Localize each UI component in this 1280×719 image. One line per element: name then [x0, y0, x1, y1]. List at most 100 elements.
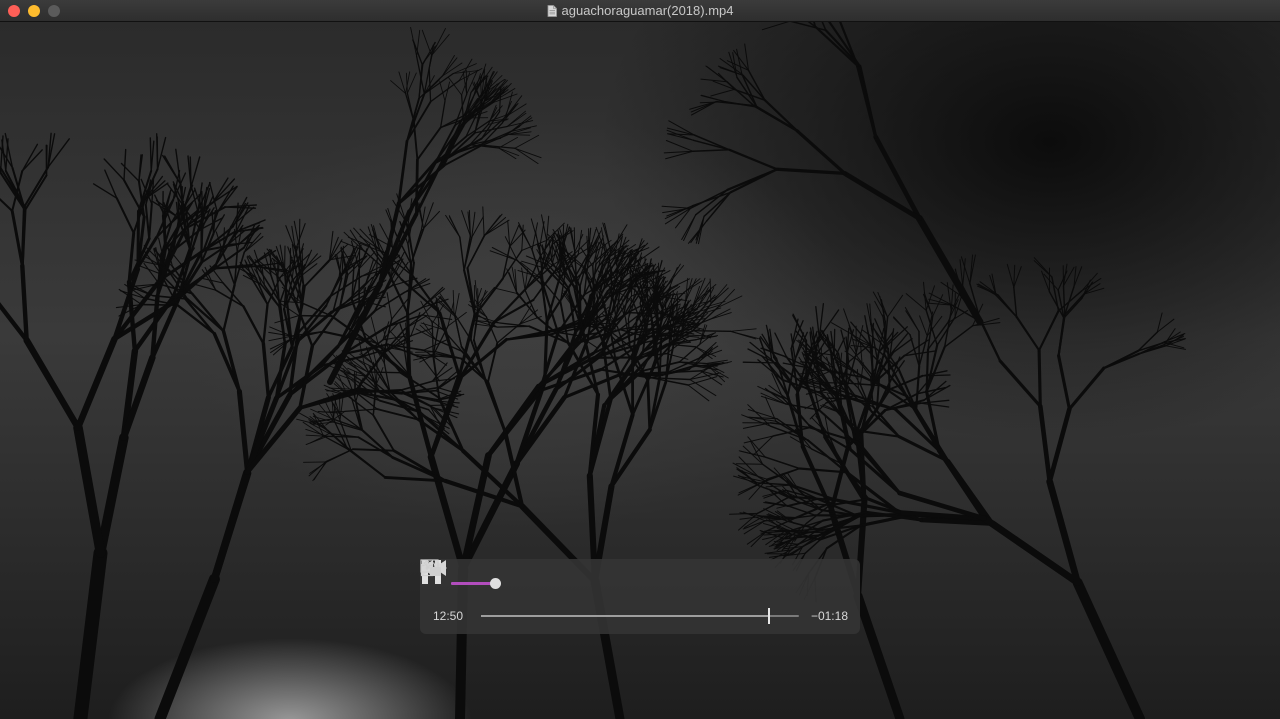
tree-branch	[346, 447, 387, 479]
tree-branch	[729, 330, 759, 340]
tree-branch	[431, 322, 434, 357]
tree-branch	[960, 256, 971, 285]
tree-branch	[441, 54, 455, 77]
tree-branch	[717, 295, 743, 309]
tree-branch	[1037, 403, 1053, 484]
tree-branch	[270, 338, 293, 354]
tree-branch	[519, 315, 542, 325]
tree-branch	[10, 209, 24, 268]
tree-branch	[23, 337, 82, 431]
tree-branch	[293, 220, 300, 248]
tree-branch	[406, 343, 409, 374]
tree-branch	[764, 456, 801, 470]
playback-controls[interactable]: 12:50 −01:18	[420, 559, 860, 634]
tree-branch	[700, 94, 726, 103]
tree-branch	[516, 292, 538, 318]
tree-branch	[444, 81, 451, 102]
volume-knob[interactable]	[489, 578, 501, 589]
player-window: aguachoraguamar(2018).mp4 12:50 −01:18	[0, 0, 1280, 719]
tree-branch	[790, 22, 827, 32]
tree-branch	[665, 139, 694, 152]
tree-branch	[943, 310, 952, 348]
tree-branch	[149, 137, 152, 172]
tree-branch	[298, 314, 333, 317]
tree-branch	[689, 379, 717, 397]
tree-branch	[421, 29, 433, 56]
tree-branch	[359, 427, 394, 459]
title-bar[interactable]: aguachoraguamar(2018).mp4	[0, 0, 1280, 22]
tree-branch	[1062, 285, 1066, 316]
tree-branch	[729, 168, 779, 194]
tree-branch	[905, 293, 927, 311]
tree-branch	[692, 149, 731, 153]
picture-in-picture-icon[interactable]	[420, 559, 442, 577]
tree-branch	[119, 290, 146, 299]
tree-branch	[484, 213, 503, 236]
tree-branch	[325, 448, 354, 463]
tree-branch	[372, 414, 395, 452]
tree-branch	[609, 427, 652, 489]
tree-branch	[244, 395, 280, 476]
tree-branch	[493, 287, 518, 294]
tree-branch	[410, 26, 418, 57]
tree-branch	[609, 412, 635, 489]
tree-branch	[904, 306, 920, 332]
tree-branch	[1038, 309, 1060, 352]
tree-branch	[525, 255, 541, 290]
tree-branch	[262, 303, 269, 345]
tree-branch	[463, 236, 473, 271]
tree-branch	[23, 174, 48, 212]
tree-branch	[518, 222, 533, 251]
tree-branch	[710, 88, 735, 97]
tree-branch	[833, 328, 836, 356]
tree-branch	[23, 166, 50, 208]
tree-branch	[301, 247, 304, 272]
volume-fill	[451, 582, 495, 585]
tree-branch	[428, 68, 432, 103]
elapsed-time: 12:50	[433, 609, 464, 623]
tree-branch	[864, 315, 871, 346]
tree-branch	[887, 294, 904, 318]
tree-branch	[298, 218, 301, 248]
video-frame[interactable]: 12:50 −01:18	[0, 22, 1280, 719]
tree-branch	[427, 453, 467, 573]
tree-branch	[519, 305, 532, 325]
tree-branch	[514, 147, 542, 159]
tree-branch	[1072, 577, 1145, 719]
tree-branch	[514, 134, 540, 149]
tree-branch	[243, 236, 264, 253]
tree-branch	[978, 317, 1002, 363]
tree-branch	[351, 448, 395, 452]
tree-branch	[692, 330, 732, 332]
tree-branch	[140, 303, 179, 307]
tree-branch	[230, 196, 248, 228]
tree-branch	[919, 315, 928, 337]
tree-branch	[519, 309, 539, 325]
timeline-scrubber[interactable]	[481, 608, 799, 624]
tree-branch	[1051, 276, 1060, 312]
tree-branch	[222, 283, 236, 333]
playhead[interactable]	[767, 608, 770, 624]
tree-branch	[484, 217, 507, 236]
tree-branch	[925, 348, 930, 393]
volume-slider[interactable]	[451, 578, 501, 589]
tree-branch	[1067, 366, 1106, 411]
tree-branch	[428, 45, 435, 70]
tree-branch	[486, 380, 507, 434]
window-title: aguachoraguamar(2018).mp4	[561, 3, 734, 18]
tree-branch	[765, 484, 790, 488]
tree-branch	[123, 148, 127, 181]
tree-branch	[115, 197, 135, 235]
tree-branch	[736, 76, 758, 108]
tree-branch	[1057, 354, 1071, 411]
tree-branch	[775, 167, 847, 176]
tree-branch	[853, 591, 905, 719]
tree-branch	[210, 468, 251, 583]
timeline-played	[481, 615, 769, 617]
tree-branch	[943, 325, 974, 348]
tree-branch	[918, 335, 928, 367]
tree-branch	[484, 219, 510, 236]
tree-branch	[439, 293, 456, 316]
tree-branch	[448, 215, 461, 238]
tree-branch	[719, 67, 744, 76]
